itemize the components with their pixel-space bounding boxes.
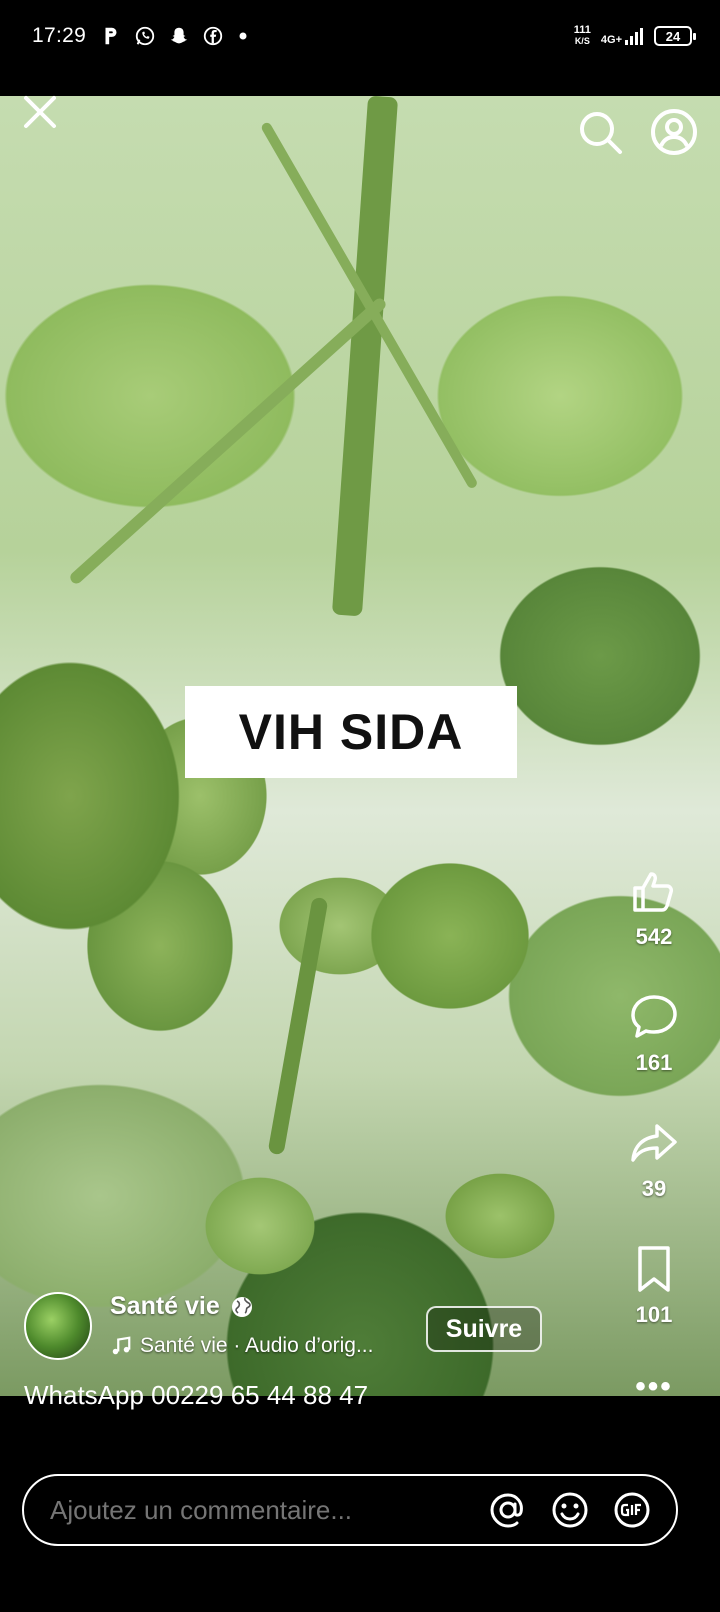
network-speed: 111 K/S bbox=[574, 25, 591, 47]
close-icon[interactable] bbox=[20, 92, 60, 132]
whatsapp-icon bbox=[135, 26, 155, 46]
battery-level: 24 bbox=[665, 28, 681, 44]
facebook-icon bbox=[203, 26, 223, 46]
parking-icon bbox=[105, 27, 117, 45]
signal-indicator: 4G+ bbox=[601, 26, 644, 46]
comment-button[interactable]: 161 bbox=[606, 992, 702, 1076]
like-count: 542 bbox=[635, 924, 673, 949]
status-bar: 17:29 111 K/S 4G+ 24 bbox=[0, 0, 720, 96]
top-right-actions bbox=[576, 108, 698, 156]
status-time: 17:29 bbox=[32, 24, 87, 47]
share-icon bbox=[631, 1124, 677, 1162]
comment-icon bbox=[631, 995, 677, 1038]
profile-icon[interactable] bbox=[650, 108, 698, 156]
speed-unit: K/S bbox=[574, 36, 590, 46]
search-icon[interactable] bbox=[576, 108, 624, 156]
share-button[interactable]: 39 bbox=[606, 1118, 702, 1202]
notification-icons bbox=[100, 24, 250, 48]
globe-icon bbox=[231, 1296, 252, 1317]
video-caption: VIH SIDA bbox=[185, 686, 517, 778]
like-icon bbox=[633, 872, 673, 912]
share-count: 39 bbox=[641, 1176, 667, 1201]
comment-bar bbox=[22, 1474, 678, 1546]
status-right: 111 K/S 4G+ 24 bbox=[574, 20, 696, 52]
signal-icon bbox=[625, 28, 643, 45]
snapchat-icon bbox=[170, 27, 188, 44]
author-name-row[interactable]: Santé vie bbox=[110, 1292, 254, 1321]
audio-info[interactable]: Santé vie · Audio d’orig... bbox=[110, 1334, 373, 1358]
network-type: 4G+ bbox=[600, 34, 622, 46]
gif-icon[interactable] bbox=[612, 1490, 652, 1530]
save-count: 101 bbox=[635, 1302, 673, 1327]
bookmark-icon bbox=[638, 1246, 670, 1292]
speed-value: 111 bbox=[573, 24, 591, 36]
mention-icon[interactable] bbox=[488, 1490, 528, 1530]
plant-stem bbox=[331, 96, 399, 617]
comment-input[interactable] bbox=[50, 1476, 470, 1544]
like-button[interactable]: 542 bbox=[606, 866, 702, 950]
avatar[interactable] bbox=[24, 1292, 92, 1360]
music-note-icon bbox=[112, 1336, 131, 1355]
plant-branch bbox=[267, 896, 329, 1156]
post-description[interactable]: WhatsApp 00229 65 44 88 47 bbox=[24, 1380, 368, 1411]
comment-count: 161 bbox=[635, 1050, 673, 1075]
more-options-button[interactable]: ••• bbox=[630, 1370, 678, 1406]
save-button[interactable]: 101 bbox=[606, 1244, 702, 1328]
author-name[interactable]: Santé vie bbox=[110, 1292, 220, 1321]
dot-icon bbox=[239, 32, 247, 40]
battery-icon: 24 bbox=[654, 26, 696, 46]
follow-button[interactable]: Suivre bbox=[426, 1306, 542, 1352]
audio-label: Santé vie · Audio d’orig... bbox=[140, 1334, 374, 1357]
emoji-icon[interactable] bbox=[550, 1490, 590, 1530]
